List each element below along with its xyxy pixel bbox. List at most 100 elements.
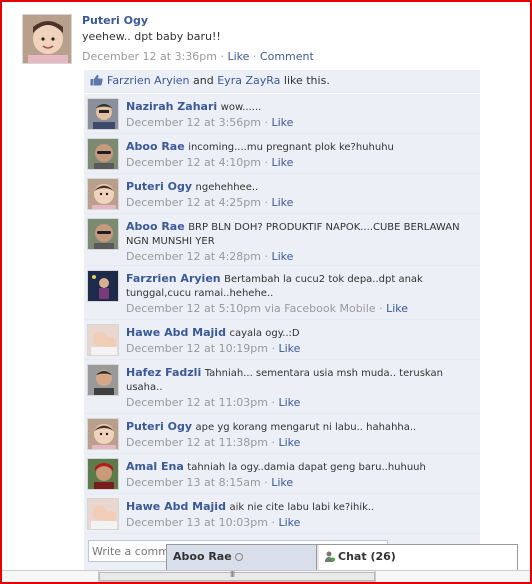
commenter-name[interactable]: Hawe Abd Majid [126,500,226,513]
comment-time[interactable]: December 12 at 11:38pm [126,436,268,449]
comment-item: Nazirah Zahari wow...... December 12 at … [84,94,480,134]
commenter-avatar[interactable] [87,270,119,302]
chat-bar: Aboo Rae Chat (26) [166,544,518,570]
comment-like-link[interactable]: Like [271,116,293,129]
comment-time[interactable]: December 12 at 11:03pm [126,396,268,409]
chat-tab-name: Aboo Rae [173,550,232,563]
post-meta: December 12 at 3:36pm · Like · Comment [82,50,482,63]
comment-body: Nazirah Zahari wow...... December 12 at … [126,100,478,129]
person-photo-icon [88,271,118,301]
liker-name[interactable]: Farzrien Aryien [107,74,190,87]
commenter-avatar[interactable] [87,98,119,130]
scroll-track-right[interactable] [376,570,530,582]
liker-name[interactable]: Eyra ZayRa [217,74,280,87]
scrollbar-thumb[interactable]: III [99,570,375,581]
commenter-name[interactable]: Puteri Ogy [126,420,192,433]
comment-item: Puteri Ogy ngehehhee.. December 12 at 4:… [84,174,480,214]
commenter-name[interactable]: Aboo Rae [126,140,185,153]
status-ring-icon [234,553,243,561]
comment-like-link[interactable]: Like [278,436,300,449]
post-text: yeehew.. dpt baby baru!! [82,30,221,43]
commenter-avatar[interactable] [87,498,119,530]
comment-time[interactable]: December 12 at 4:25pm [126,196,261,209]
comment-text: cayala ogy..:D [229,328,300,339]
comment-time[interactable]: December 12 at 5:10pm [126,302,261,315]
commenter-avatar[interactable] [87,138,119,170]
post-like-link[interactable]: Like [227,50,249,63]
person-photo-icon [88,459,118,489]
commenter-name[interactable]: Nazirah Zahari [126,100,217,113]
baby-photo-icon [88,179,118,209]
meta-separator: · [252,50,257,63]
comment-body: Puteri Ogy ape yg korang mengarut ni lab… [126,420,478,449]
comment-time[interactable]: December 12 at 3:56pm [126,116,261,129]
chat-button[interactable]: Chat (26) [319,545,517,570]
comment-time[interactable]: December 13 at 10:03pm [126,516,268,529]
commenter-avatar[interactable] [87,324,119,356]
commenter-name[interactable]: Aboo Rae [126,220,185,233]
baby-photo-icon [88,419,118,449]
commenter-name[interactable]: Hafez Fadzli [126,366,201,379]
commenter-name[interactable]: Puteri Ogy [126,180,192,193]
meta-separator: · [379,302,383,315]
comment-body: Aboo Rae incoming....mu pregnant plok ke… [126,140,478,169]
comment-body: Hawe Abd Majid cayala ogy..:D December 1… [126,326,478,355]
comment-body: Puteri Ogy ngehehhee.. December 12 at 4:… [126,180,478,209]
comment-item: Aboo Rae BRP BLN DOH? PRODUKTIF NAPOK...… [84,214,480,266]
commenter-avatar[interactable] [87,458,119,490]
comment-body: Hawe Abd Majid aik nie cite labu labi ke… [126,500,478,529]
meta-separator: · [264,476,268,489]
meta-separator: · [271,342,275,355]
person-photo-icon [88,139,118,169]
comment-item: Hawe Abd Majid cayala ogy..:D December 1… [84,320,480,360]
post-author-avatar[interactable] [22,14,72,64]
comment-item: Hafez Fadzli Tahniah... sementara usia m… [84,360,480,414]
comment-meta: December 13 at 10:03pm · Like [126,516,478,529]
commenter-avatar[interactable] [87,218,119,250]
comment-text: ngehehhee.. [195,182,259,193]
comment-text: aik nie cite labu labi ke?ihik.. [229,502,375,513]
comment-item: Aboo Rae incoming....mu pregnant plok ke… [84,134,480,174]
comment-item: Farzrien Aryien Bertambah la cucu2 tok d… [84,266,480,320]
comment-body: Aboo Rae BRP BLN DOH? PRODUKTIF NAPOK...… [126,220,478,263]
chat-tab-aboo-rae[interactable]: Aboo Rae [167,545,317,570]
commenter-avatar[interactable] [87,418,119,450]
post-body: Puteri Ogy yeehew.. dpt baby baru!! Dece… [82,14,482,63]
commenter-avatar[interactable] [87,364,119,396]
thumbs-up-icon [90,74,103,86]
comment-time[interactable]: December 12 at 4:10pm [126,156,261,169]
scroll-track-left[interactable] [2,570,98,582]
comment-like-link[interactable]: Like [271,250,293,263]
post-comment-link[interactable]: Comment [260,50,314,63]
comment-like-link[interactable]: Like [271,196,293,209]
comment-body: Farzrien Aryien Bertambah la cucu2 tok d… [126,272,478,315]
comment-time[interactable]: December 12 at 4:28pm [126,250,261,263]
comment-meta: December 12 at 4:10pm · Like [126,156,478,169]
comment-time[interactable]: December 12 at 10:19pm [126,342,268,355]
baby-photo-icon [88,325,118,355]
comment-text: tahniah la ogy..damia dapat geng baru..h… [187,462,426,473]
horizontal-scrollbar[interactable]: III [98,570,376,582]
comment-like-link[interactable]: Like [271,156,293,169]
comment-like-link[interactable]: Like [278,516,300,529]
commenter-name[interactable]: Farzrien Aryien [126,272,221,285]
comment-like-link[interactable]: Like [278,396,300,409]
meta-separator: · [264,156,268,169]
post-time[interactable]: December 12 at 3:36pm [82,50,217,63]
comment-like-link[interactable]: Like [278,342,300,355]
commenter-avatar[interactable] [87,178,119,210]
comment-text: ape yg korang mengarut ni labu.. hahahha… [195,422,417,433]
meta-separator: · [220,50,224,63]
comment-item: Amal Ena tahniah la ogy..damia dapat gen… [84,454,480,494]
comment-like-link[interactable]: Like [271,476,293,489]
commenter-name[interactable]: Amal Ena [126,460,184,473]
post-author-name[interactable]: Puteri Ogy [82,14,482,27]
comment-like-link[interactable]: Like [386,302,408,315]
comment-meta: December 12 at 5:10pm via Facebook Mobil… [126,302,478,315]
meta-separator: · [271,436,275,449]
meta-separator: · [264,196,268,209]
comment-item: Puteri Ogy ape yg korang mengarut ni lab… [84,414,480,454]
comment-time[interactable]: December 13 at 8:15am [126,476,261,489]
commenter-name[interactable]: Hawe Abd Majid [126,326,226,339]
baby-photo-icon [23,15,71,63]
